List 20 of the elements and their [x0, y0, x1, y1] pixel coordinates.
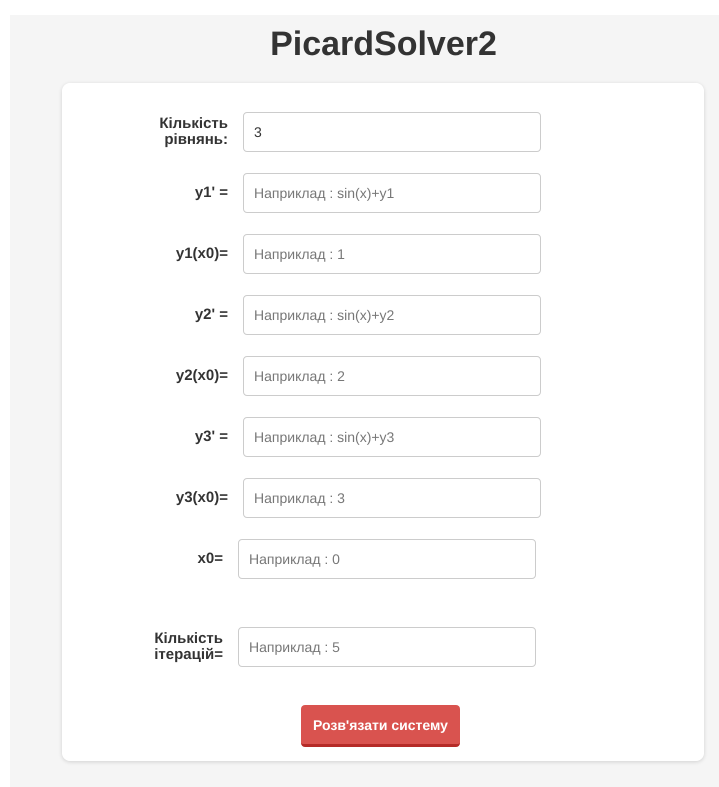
field-label: y2' = [194, 307, 228, 323]
input-field[interactable]: Наприклад : sin(x)+y1 [243, 173, 541, 213]
input-field[interactable]: Наприклад : sin(x)+y2 [243, 295, 541, 335]
field-label: y2(x0)= [174, 368, 228, 384]
input-field[interactable]: Наприклад : 0 [238, 539, 536, 579]
field-label: x0= [196, 551, 223, 567]
input-field[interactable]: Наприклад : 5 [238, 627, 536, 667]
field-label: y1(x0)= [174, 246, 228, 262]
input-field[interactable]: Наприклад : 2 [243, 356, 541, 396]
field-label: Кількість рівнянь: [158, 116, 228, 148]
field-label: Кількість ітерацій= [153, 631, 223, 663]
solve-button[interactable]: Розв'язати систему [301, 705, 460, 747]
input-field[interactable]: Наприклад : 1 [243, 234, 541, 274]
input-field[interactable]: Наприклад : 3 [243, 478, 541, 518]
field-label: y3(x0)= [174, 490, 228, 506]
input-field[interactable]: 3 [243, 112, 541, 152]
input-field[interactable]: Наприклад : sin(x)+y3 [243, 417, 541, 457]
field-label: y1' = [194, 185, 228, 201]
field-label: y3' = [194, 429, 228, 445]
page-title: PicardSolver2 [269, 25, 497, 64]
